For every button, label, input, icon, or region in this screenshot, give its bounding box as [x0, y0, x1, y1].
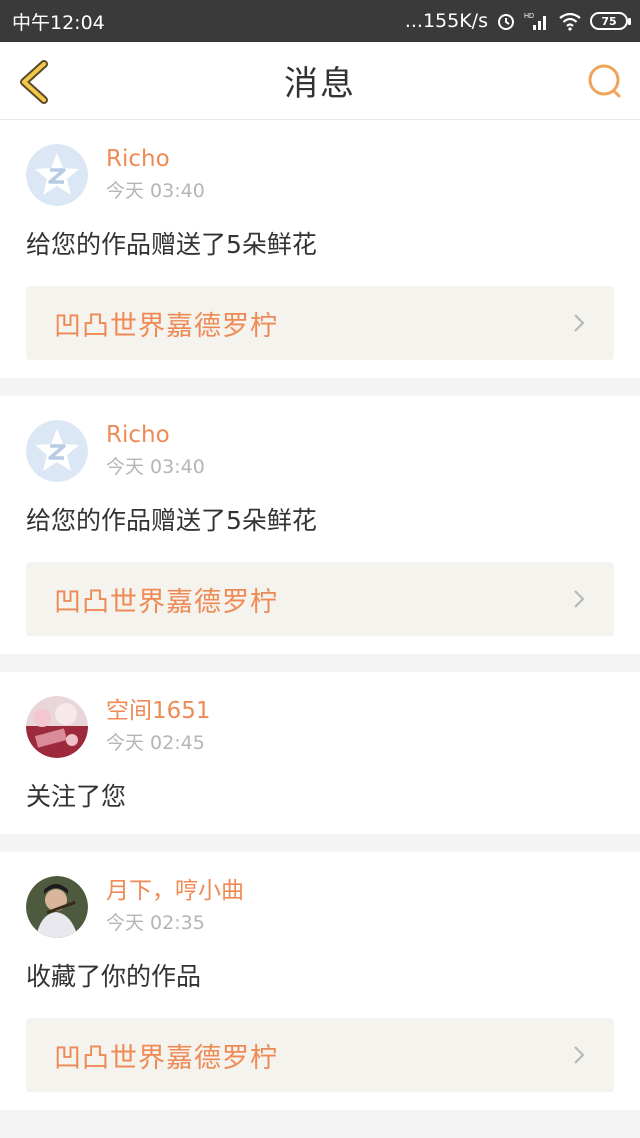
- svg-text:HD: HD: [524, 13, 534, 20]
- message-meta: 月下，哼小曲 今天 02:35: [106, 876, 244, 938]
- message-time: 今天 03:40: [106, 180, 205, 202]
- user-name[interactable]: Richo: [106, 420, 205, 450]
- work-title: 凹凸世界嘉德罗柠: [54, 586, 278, 618]
- default-star-avatar-icon: [26, 420, 88, 482]
- status-icons: ...155K/s HD 75: [404, 10, 631, 32]
- chevron-left-icon: [20, 60, 48, 104]
- avatar[interactable]: [26, 420, 88, 482]
- message-time: 今天 03:40: [106, 456, 205, 478]
- page-title: 消息: [284, 64, 356, 104]
- battery-icon: 75: [590, 12, 631, 30]
- message-list: Richo 今天 03:40 给您的作品赠送了5朵鲜花 凹凸世界嘉德罗柠 Ric…: [0, 120, 640, 1110]
- search-icon: [588, 64, 621, 98]
- work-link[interactable]: 凹凸世界嘉德罗柠: [26, 562, 614, 636]
- avatar[interactable]: [26, 144, 88, 206]
- chevron-right-icon: [574, 590, 585, 608]
- message-meta: Richo 今天 03:40: [106, 420, 205, 482]
- message-time: 今天 02:35: [106, 912, 205, 934]
- status-time: 中午12:04: [12, 11, 105, 34]
- message-header: 月下，哼小曲 今天 02:35: [26, 876, 614, 938]
- work-title: 凹凸世界嘉德罗柠: [54, 310, 278, 342]
- message-item[interactable]: 空间1651 今天 02:45 关注了您: [0, 672, 640, 834]
- message-header: 空间1651 今天 02:45: [26, 696, 614, 758]
- message-header: Richo 今天 03:40: [26, 144, 614, 206]
- message-item[interactable]: Richo 今天 03:40 给您的作品赠送了5朵鲜花 凹凸世界嘉德罗柠: [0, 396, 640, 654]
- avatar[interactable]: [26, 876, 88, 938]
- nav-bar: 消息: [0, 42, 640, 120]
- message-header: Richo 今天 03:40: [26, 420, 614, 482]
- message-meta: 空间1651 今天 02:45: [106, 696, 211, 758]
- user-name[interactable]: 空间1651: [106, 696, 211, 726]
- work-title: 凹凸世界嘉德罗柠: [54, 1042, 278, 1074]
- work-link[interactable]: 凹凸世界嘉德罗柠: [26, 286, 614, 360]
- network-speed: ...155K/s: [404, 10, 488, 32]
- alarm-icon: [496, 11, 516, 31]
- search-button[interactable]: [586, 61, 626, 101]
- default-star-avatar-icon: [26, 144, 88, 206]
- status-bar: 中午12:04 ...155K/s HD 75: [0, 0, 640, 42]
- message-item[interactable]: Richo 今天 03:40 给您的作品赠送了5朵鲜花 凹凸世界嘉德罗柠: [0, 120, 640, 378]
- flute-player-avatar-icon: [26, 876, 88, 938]
- message-text: 给您的作品赠送了5朵鲜花: [26, 506, 317, 535]
- chevron-right-icon: [574, 314, 585, 332]
- message-text: 关注了您: [26, 782, 127, 811]
- pink-photo-avatar-icon: [26, 696, 88, 758]
- battery-level: 75: [601, 14, 617, 28]
- message-meta: Richo 今天 03:40: [106, 144, 205, 206]
- message-text: 收藏了你的作品: [26, 962, 202, 991]
- chevron-right-icon: [574, 1046, 585, 1064]
- user-name[interactable]: Richo: [106, 144, 205, 174]
- user-name[interactable]: 月下，哼小曲: [106, 876, 244, 906]
- hd-signal-icon: HD: [524, 11, 550, 31]
- message-text: 给您的作品赠送了5朵鲜花: [26, 230, 317, 259]
- message-item[interactable]: 月下，哼小曲 今天 02:35 收藏了你的作品 凹凸世界嘉德罗柠: [0, 852, 640, 1110]
- back-button[interactable]: [14, 60, 54, 104]
- avatar[interactable]: [26, 696, 88, 758]
- work-link[interactable]: 凹凸世界嘉德罗柠: [26, 1018, 614, 1092]
- wifi-icon: [558, 11, 582, 31]
- message-time: 今天 02:45: [106, 732, 205, 754]
